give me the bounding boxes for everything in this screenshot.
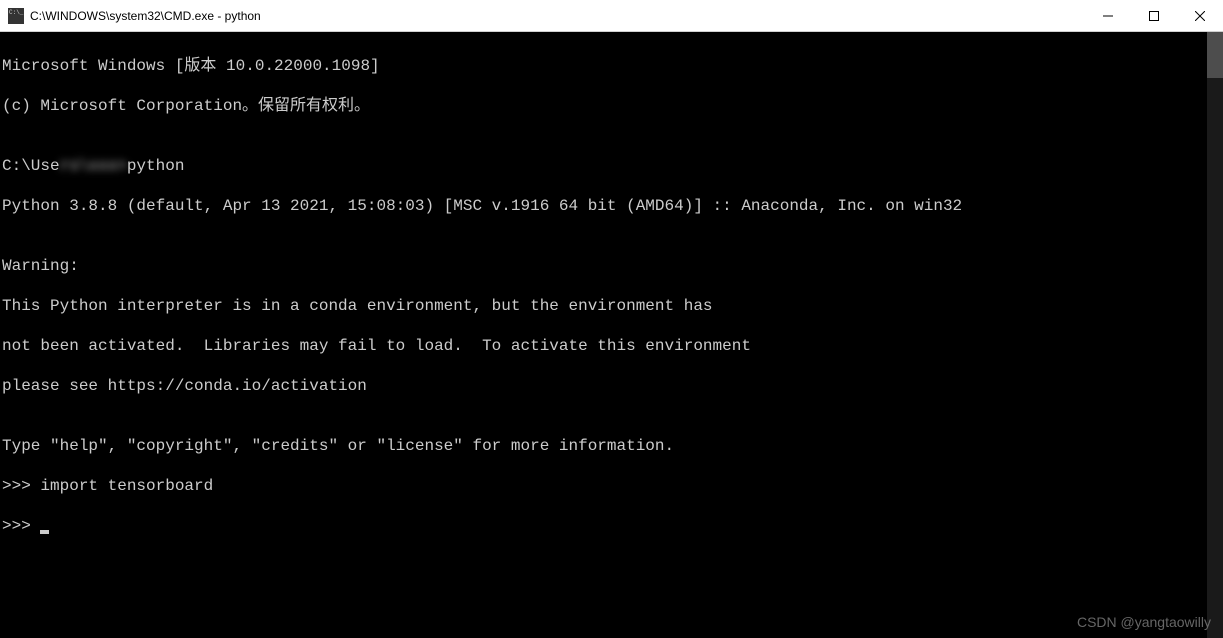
window-controls [1085,0,1223,31]
prompt-prefix: C:\Use [2,157,60,175]
terminal-line: Type "help", "copyright", "credits" or "… [2,436,1223,456]
terminal-line: This Python interpreter is in a conda en… [2,296,1223,316]
terminal-line: C:\Users\xxx>python [2,156,1223,176]
terminal-output[interactable]: Microsoft Windows [版本 10.0.22000.1098] (… [0,32,1223,638]
window-titlebar: C:\WINDOWS\system32\CMD.exe - python [0,0,1223,32]
titlebar-left: C:\WINDOWS\system32\CMD.exe - python [0,8,261,24]
terminal-line: please see https://conda.io/activation [2,376,1223,396]
maximize-button[interactable] [1131,0,1177,31]
cmd-icon [8,8,24,24]
watermark: CSDN @yangtaowilly [1077,614,1211,630]
terminal-line: >>> [2,516,1223,536]
close-button[interactable] [1177,0,1223,31]
terminal-line: Python 3.8.8 (default, Apr 13 2021, 15:0… [2,196,1223,216]
window-title: C:\WINDOWS\system32\CMD.exe - python [30,9,261,23]
terminal-line: not been activated. Libraries may fail t… [2,336,1223,356]
prompt-suffix: python [127,157,185,175]
terminal-line: Warning: [2,256,1223,276]
terminal-line: Microsoft Windows [版本 10.0.22000.1098] [2,56,1223,76]
scrollbar-thumb[interactable] [1207,32,1223,78]
prompt: >>> [2,517,40,535]
scrollbar-track[interactable] [1207,32,1223,638]
minimize-button[interactable] [1085,0,1131,31]
prompt-blurred: rs\xxx> [60,156,127,176]
terminal-line: (c) Microsoft Corporation。保留所有权利。 [2,96,1223,116]
terminal-line: >>> import tensorboard [2,476,1223,496]
cursor [40,530,49,534]
